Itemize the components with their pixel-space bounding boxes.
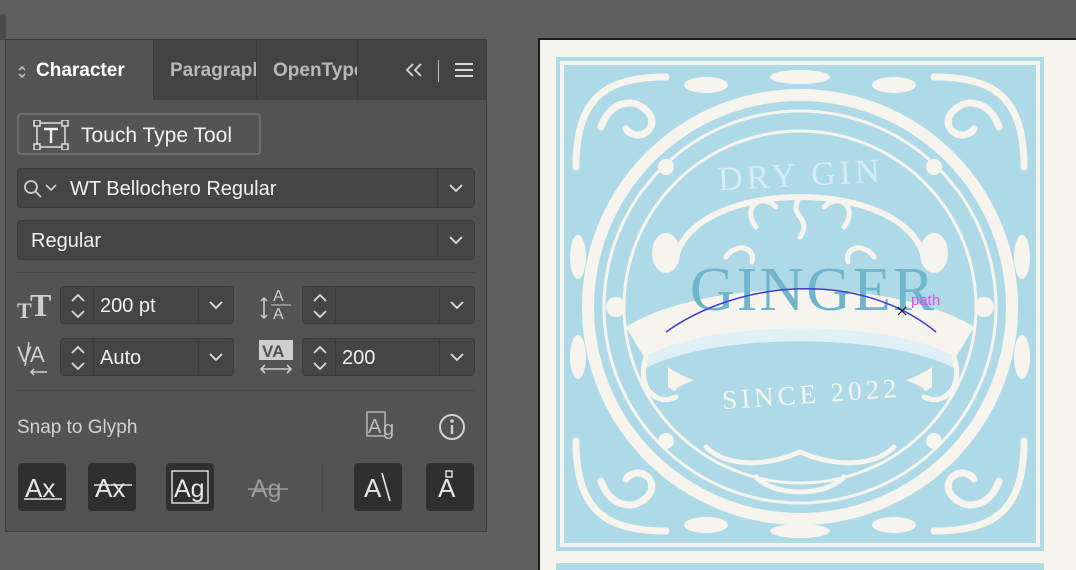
font-style-dropdown[interactable] [437, 221, 474, 259]
svg-text:A: A [273, 306, 284, 323]
chevron-down-icon [450, 353, 464, 362]
chevron-down-icon [209, 353, 223, 362]
kerning-dropdown[interactable] [198, 339, 233, 375]
chevron-down-icon [449, 236, 463, 245]
snap-xheight-button[interactable]: Ax [88, 463, 136, 511]
tracking-dropdown[interactable] [439, 339, 474, 375]
tab-character[interactable]: Character [6, 40, 154, 100]
chevron-down-icon [449, 184, 463, 193]
touch-type-tool-label: Touch Type Tool [81, 124, 232, 147]
panel-tab-bar: Character Paragraph OpenType [6, 40, 486, 100]
anchor-point-icon: A [438, 470, 456, 503]
tracking-value: 200 [342, 347, 376, 369]
snap-baseline-button[interactable]: Ax [18, 463, 66, 511]
tab-character-label: Character [36, 60, 125, 81]
tracking-input[interactable]: 200 [336, 338, 475, 376]
tab-paragraph[interactable]: Paragraph [154, 40, 257, 100]
font-size-value: 200 pt [100, 295, 156, 317]
svg-text:A: A [30, 342, 45, 367]
search-icon [24, 180, 57, 198]
double-chevron-left-icon[interactable] [403, 58, 425, 82]
info-icon[interactable] [437, 412, 467, 442]
tab-paragraph-label: Paragraph [170, 60, 257, 81]
svg-text:T: T [30, 288, 51, 322]
svg-text:g: g [383, 418, 394, 440]
touch-type-tool-button[interactable]: Touch Type Tool [17, 113, 261, 155]
path-smart-guide-label: path [911, 292, 941, 309]
touch-type-icon [33, 120, 69, 150]
svg-text:A: A [368, 416, 382, 438]
tracking-icon: VA [259, 340, 293, 374]
glyph-bounds-toggle-icon: Ag [171, 470, 209, 504]
font-family-value: WT Bellochero Regular [70, 178, 277, 200]
svg-text:VA: VA [262, 342, 284, 361]
svg-text:Ax: Ax [95, 473, 125, 503]
snap-anchor-point-button[interactable]: A [426, 463, 474, 511]
chevron-down-icon [209, 301, 223, 310]
font-family-dropdown[interactable] [437, 169, 474, 207]
kerning-stepper[interactable] [60, 338, 94, 376]
tracking-stepper[interactable] [302, 338, 336, 376]
snap-glyph-bounds-button[interactable]: Ag [166, 463, 214, 511]
font-size-dropdown[interactable] [198, 287, 233, 323]
baseline-glyph-icon: Ax [24, 473, 62, 503]
xheight-glyph-icon: Ax [94, 473, 132, 503]
snap-to-glyph-label: Snap to Glyph [17, 417, 138, 438]
panel-dock-edge [0, 14, 6, 40]
font-size-icon: T T [17, 288, 51, 322]
proximity-guides-icon: Ag [248, 475, 288, 503]
snap-angular-button[interactable]: A [354, 463, 402, 511]
divider [17, 272, 475, 273]
glyph-bounds-icon[interactable]: A g [366, 411, 400, 441]
collapse-arrows-icon[interactable] [17, 65, 27, 79]
tab-opentype-label: OpenType [273, 60, 358, 81]
snap-proximity-button[interactable]: Ag [244, 463, 292, 511]
font-size-input[interactable]: 200 pt [94, 286, 234, 324]
kerning-icon: V A [17, 341, 47, 376]
character-panel: Character Paragraph OpenType Touch Type … [5, 39, 487, 532]
kerning-input[interactable]: Auto [94, 338, 234, 376]
text-path-curve[interactable] [556, 57, 1044, 551]
leading-dropdown[interactable] [439, 287, 474, 323]
leading-input[interactable] [336, 286, 475, 324]
chevron-down-icon [450, 301, 464, 310]
angular-guides-icon: A [364, 472, 391, 503]
font-style-field[interactable]: Regular [17, 220, 475, 260]
hamburger-menu-icon[interactable] [453, 58, 475, 82]
kerning-value: Auto [100, 347, 142, 369]
vertical-divider [322, 463, 323, 513]
leading-stepper[interactable] [302, 286, 336, 324]
svg-text:Ag: Ag [174, 475, 205, 503]
svg-text:A: A [273, 288, 284, 305]
next-label-edge [556, 563, 1044, 570]
font-style-value: Regular [31, 230, 102, 252]
leading-icon: A A [260, 288, 291, 323]
font-family-field[interactable]: WT Bellochero Regular [17, 168, 475, 208]
font-size-stepper[interactable] [60, 286, 94, 324]
divider [17, 390, 475, 391]
tab-opentype[interactable]: OpenType [257, 40, 358, 100]
gin-label-artwork[interactable]: DRY GIN GINGER SINCE 2022 [556, 57, 1044, 551]
svg-text:A: A [364, 473, 382, 503]
tabbar-divider [438, 60, 439, 82]
